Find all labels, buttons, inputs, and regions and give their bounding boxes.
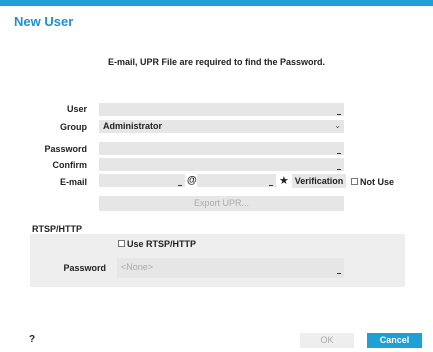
email-label: E-mail [59,177,87,187]
rtsp-password-label: Password [63,263,106,273]
use-rtsp-label: Use RTSP/HTTP [127,239,197,249]
email-local-input[interactable] [99,174,185,187]
email-domain-input[interactable] [197,174,276,187]
chevron-down-icon: ⌄ [334,121,341,130]
export-upr-button[interactable]: Export UPR... [99,196,344,211]
ok-button[interactable]: OK [300,333,354,348]
text-cursor-icon [337,273,341,274]
not-use-checkbox[interactable] [351,178,358,185]
star-icon[interactable]: ★ [279,174,289,187]
notice-text: E-mail, UPR File are required to find th… [107,57,326,67]
use-rtsp-checkbox[interactable] [118,240,125,247]
rtsp-password-input[interactable]: <None> [117,258,344,278]
top-accent-bar [0,0,433,6]
rtsp-section-title: RTSP/HTTP [32,224,83,234]
text-cursor-icon [337,169,341,170]
confirm-label: Confirm [52,160,88,170]
text-cursor-icon [337,153,341,154]
dialog-title: New User [14,14,74,29]
group-select[interactable]: Administrator ⌄ [99,120,344,133]
group-value: Administrator [103,121,163,131]
not-use-label: Not Use [360,177,395,187]
confirm-input[interactable] [99,158,344,171]
password-label: Password [44,144,87,154]
cancel-button[interactable]: Cancel [367,333,422,348]
text-cursor-icon [178,185,182,186]
group-label: Group [60,122,87,132]
rtsp-password-value: <None> [121,262,154,272]
verification-button[interactable]: Verification [292,174,346,188]
password-input[interactable] [99,142,344,155]
text-cursor-icon [269,185,273,186]
text-cursor-icon [337,114,341,115]
help-button[interactable]: ? [26,334,38,347]
email-at-sign: @ [187,175,197,186]
user-label: User [66,104,87,114]
user-input[interactable] [99,103,344,116]
